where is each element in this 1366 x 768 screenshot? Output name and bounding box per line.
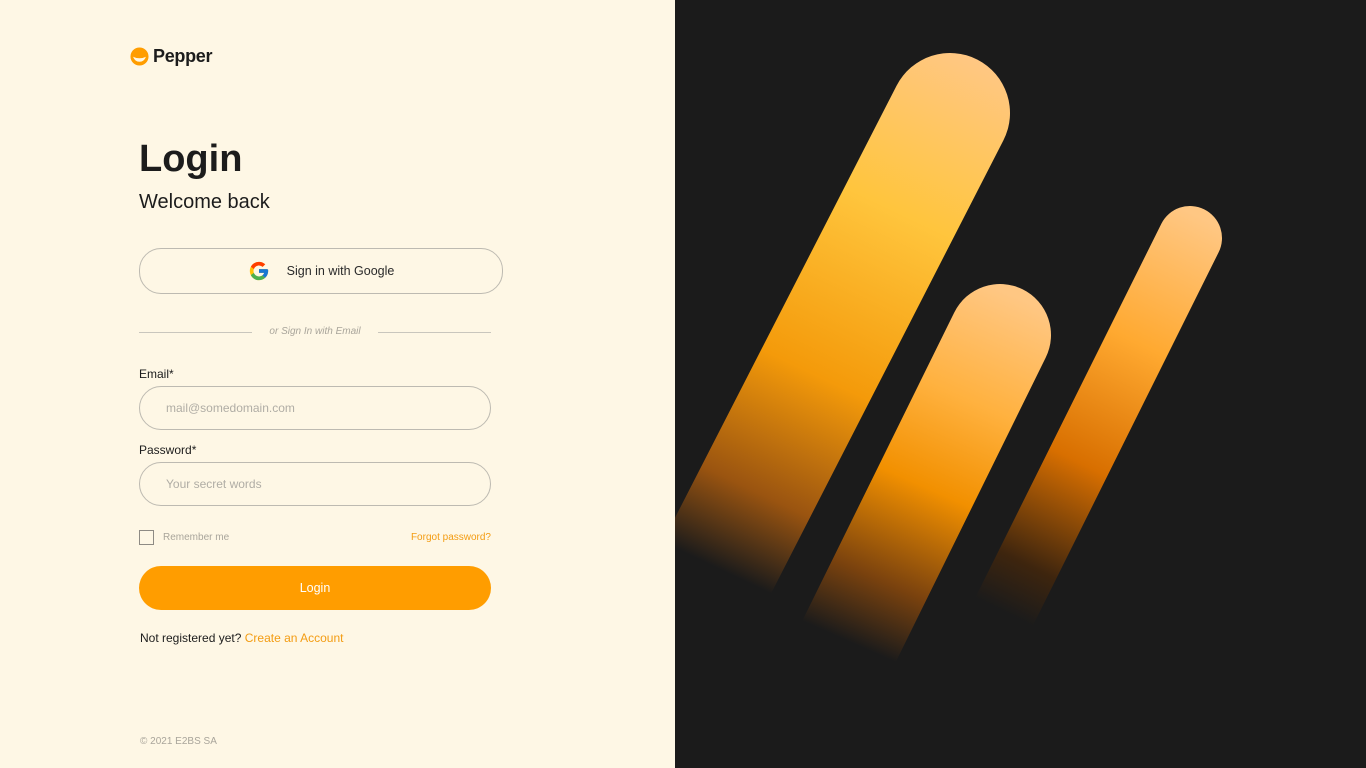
google-signin-label: Sign in with Google bbox=[286, 264, 395, 278]
pepper-logo-icon bbox=[130, 47, 149, 66]
google-icon bbox=[249, 261, 268, 281]
login-button[interactable]: Login bbox=[139, 566, 491, 610]
copyright: © 2021 E2BS SA bbox=[140, 736, 217, 747]
brand[interactable]: Pepper bbox=[130, 46, 213, 67]
password-input[interactable] bbox=[140, 463, 490, 505]
remember-me[interactable]: Remember me bbox=[139, 530, 229, 545]
email-label: Email* bbox=[139, 367, 174, 381]
email-field bbox=[139, 386, 491, 430]
brand-name: Pepper bbox=[153, 46, 213, 66]
forgot-password-link[interactable]: Forgot password? bbox=[411, 532, 491, 543]
google-signin-button[interactable]: Sign in with Google bbox=[139, 248, 503, 294]
page-subtitle: Welcome back bbox=[139, 191, 270, 213]
login-panel: Pepper Login Welcome back Sign in with G… bbox=[0, 0, 675, 768]
email-input[interactable] bbox=[140, 387, 490, 429]
email-divider: or Sign In with Email bbox=[139, 326, 491, 343]
remember-me-checkbox[interactable] bbox=[139, 530, 154, 545]
decorative-panel bbox=[675, 0, 1366, 768]
page-title: Login bbox=[139, 138, 243, 180]
register-prompt-text: Not registered yet? bbox=[140, 631, 242, 645]
decorative-stripes-artwork bbox=[675, 53, 1222, 731]
password-field bbox=[139, 462, 491, 506]
register-prompt: Not registered yet? Create an Account bbox=[140, 631, 343, 645]
create-account-link[interactable]: Create an Account bbox=[245, 631, 344, 645]
remember-me-label: Remember me bbox=[163, 532, 230, 543]
password-label: Password* bbox=[139, 443, 197, 457]
divider-line-right bbox=[378, 332, 491, 333]
